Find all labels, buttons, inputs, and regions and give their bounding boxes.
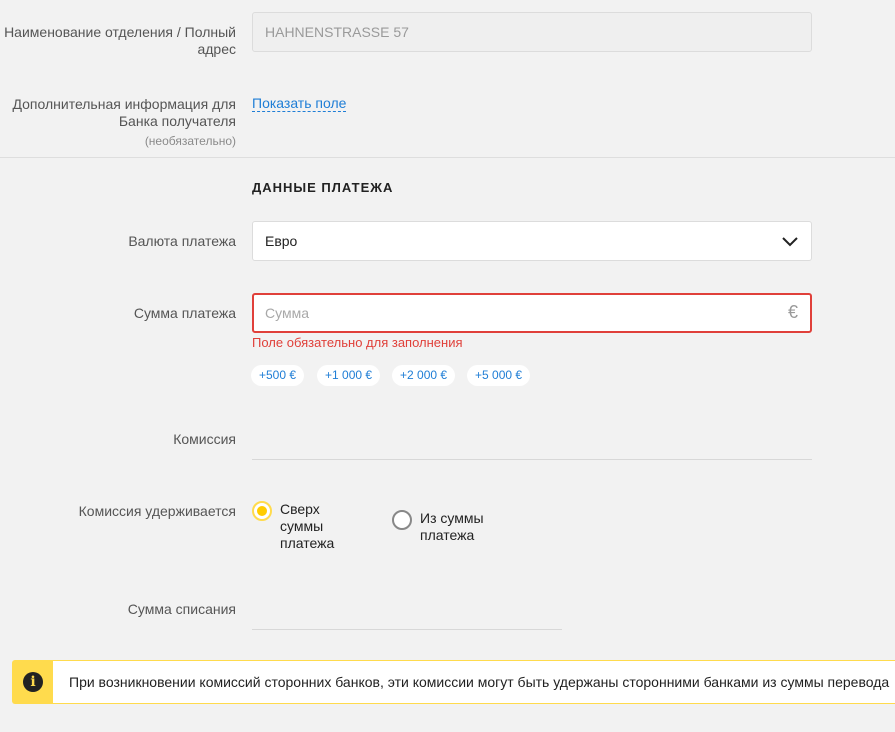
radio-unselected-icon (392, 510, 412, 530)
radio-from-amount[interactable]: Из суммы платежа (392, 510, 500, 544)
amount-error: Поле обязательно для заполнения (252, 335, 463, 350)
commission-value-line (252, 459, 812, 460)
debit-label: Сумма списания (127, 601, 236, 617)
commission-label: Комиссия (173, 431, 236, 447)
info-icon-box: i (13, 661, 53, 703)
currency-value: Евро (265, 233, 298, 249)
info-icon: i (23, 672, 43, 692)
branch-label: Наименование отделения / Полный адрес (4, 24, 236, 57)
quick-amount-chip[interactable]: +1 000 € (317, 365, 381, 386)
quick-amount-chip[interactable]: +5 000 € (467, 365, 531, 386)
branch-field: HAHNENSTRASSE 57 (252, 12, 812, 52)
currency-select[interactable]: Евро (252, 221, 812, 261)
additional-info-label-text: Дополнительная информация для Банка полу… (12, 96, 236, 129)
radio-selected-icon (252, 501, 272, 521)
currency-label: Валюта платежа (128, 233, 236, 249)
debit-value-line (252, 629, 562, 630)
info-notice: i При возникновении комиссий сторонних б… (12, 660, 895, 704)
chevron-down-icon (782, 237, 798, 247)
radio-over-amount-label: Сверх суммы платежа (280, 501, 335, 551)
quick-amount-chip[interactable]: +500 € (251, 365, 305, 386)
info-text: При возникновении комиссий сторонних бан… (69, 674, 890, 690)
amount-label: Сумма платежа (133, 305, 236, 321)
quick-amount-chip[interactable]: +2 000 € (392, 365, 456, 386)
section-title: ДАННЫЕ ПЛАТЕЖА (252, 180, 394, 195)
radio-over-amount[interactable]: Сверх суммы платежа (252, 501, 350, 552)
show-field-link[interactable]: Показать поле (252, 95, 347, 112)
optional-hint: (необязательно) (144, 134, 236, 148)
additional-info-label: Дополнительная информация для Банка полу… (0, 96, 236, 150)
amount-input[interactable] (265, 295, 765, 331)
radio-from-amount-label: Из суммы платежа (420, 510, 484, 543)
commission-mode-label-text: Комиссия удерживается (78, 503, 236, 519)
section-divider (0, 157, 895, 158)
amount-field[interactable]: € (252, 293, 812, 333)
euro-icon: € (787, 302, 798, 322)
